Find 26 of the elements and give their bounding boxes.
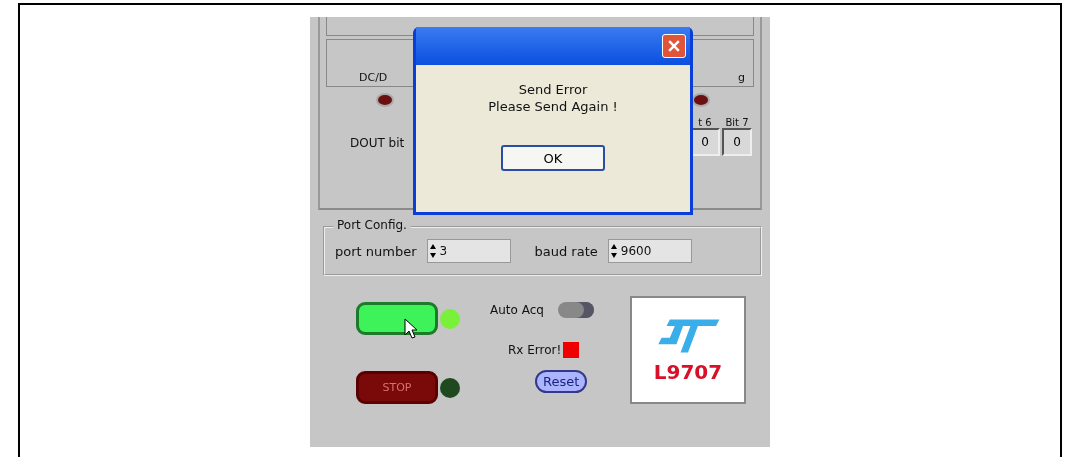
- spinner-icon[interactable]: [609, 243, 618, 259]
- dialog-message: Send Error: [518, 81, 588, 98]
- auto-acq-label: Auto Acq: [490, 303, 544, 317]
- ok-button[interactable]: OK: [501, 145, 605, 171]
- port-number-field[interactable]: 3: [426, 239, 511, 263]
- run-button[interactable]: [356, 302, 438, 335]
- port-number-label: port number: [335, 243, 417, 259]
- bit-header: Bit 7: [725, 117, 749, 128]
- baud-rate-field[interactable]: 9600: [607, 239, 692, 263]
- baud-rate-label: baud rate: [534, 243, 598, 259]
- stop-button[interactable]: STOP: [356, 371, 438, 404]
- group-title: Port Config.: [333, 218, 411, 232]
- cell-label: g: [738, 71, 745, 84]
- bit-button[interactable]: 0: [722, 128, 752, 156]
- toggle-switch[interactable]: [557, 302, 594, 318]
- dialog-message: Please Send Again !: [488, 98, 618, 115]
- logo-text: L9707: [653, 360, 723, 384]
- dout-label: DOUT bit: [350, 136, 405, 150]
- cell-label: DC/D: [359, 71, 388, 84]
- close-icon: [668, 40, 680, 52]
- mouse-cursor-icon: [404, 318, 418, 340]
- rx-error-label: Rx Error!: [508, 343, 562, 357]
- reset-button[interactable]: Reset: [535, 370, 588, 393]
- close-button[interactable]: [662, 34, 686, 58]
- bit-header: t 6: [698, 117, 712, 128]
- spinner-icon[interactable]: [428, 243, 437, 259]
